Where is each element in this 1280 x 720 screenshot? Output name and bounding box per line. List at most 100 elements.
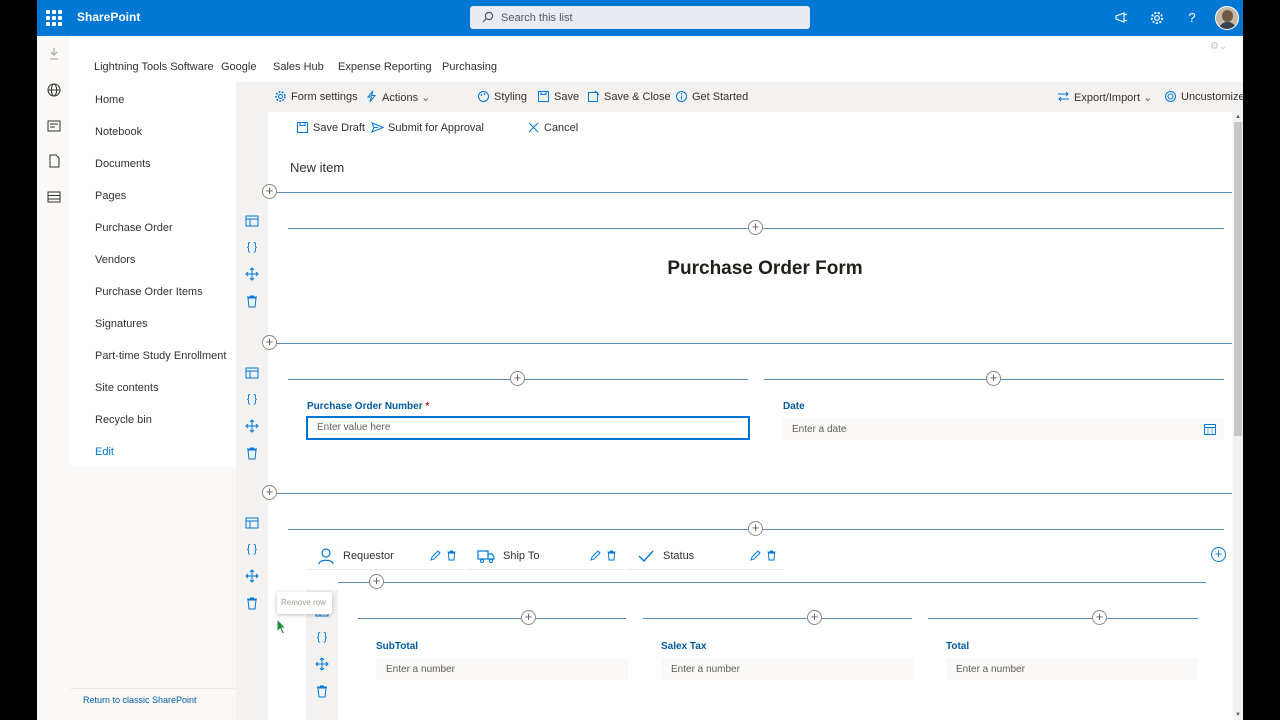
edit-pencil-icon[interactable] xyxy=(430,550,441,561)
scroll-up-arrow[interactable]: ▲ xyxy=(1235,114,1241,120)
reset-icon xyxy=(1165,91,1176,102)
calendar-icon[interactable] xyxy=(1204,423,1216,435)
leftnav-item-vendors[interactable]: Vendors xyxy=(95,254,135,266)
actions-button[interactable]: Actions ⌄ xyxy=(366,90,430,104)
save-close-button[interactable]: Save & Close xyxy=(588,90,671,103)
row-code-icon[interactable]: { } xyxy=(315,630,329,644)
row-move-icon[interactable] xyxy=(245,569,259,583)
row-divider xyxy=(338,582,1206,583)
app-launcher-icon[interactable] xyxy=(46,10,62,26)
leftnav-item-recycle-bin[interactable]: Recycle bin xyxy=(95,414,152,426)
lightning-icon xyxy=(366,90,377,103)
form-canvas: Save Draft Submit for Approval Cancel Ne… xyxy=(268,112,1232,720)
leftnav-item-purchase-order[interactable]: Purchase Order xyxy=(95,222,173,234)
row-layout-icon[interactable] xyxy=(245,366,259,380)
delete-icon[interactable] xyxy=(606,550,617,561)
row-layout-icon[interactable] xyxy=(245,516,259,530)
leftnav-item-signatures[interactable]: Signatures xyxy=(95,318,148,330)
column-divider xyxy=(643,618,912,619)
help-icon[interactable]: ? xyxy=(1184,10,1200,26)
cancel-button[interactable]: Cancel xyxy=(528,122,578,134)
edit-pencil-icon[interactable] xyxy=(750,550,761,561)
add-control-icon[interactable]: + xyxy=(1092,610,1107,625)
leftnav-item-part-time-study[interactable]: Part-time Study Enrollment xyxy=(95,350,226,362)
add-row-icon[interactable]: + xyxy=(369,574,384,589)
add-row-icon[interactable]: + xyxy=(262,184,277,199)
submit-approval-button[interactable]: Submit for Approval xyxy=(371,122,484,134)
user-avatar[interactable] xyxy=(1215,6,1239,30)
subtotal-label: SubTotal xyxy=(376,641,419,652)
add-control-icon[interactable]: + xyxy=(748,521,763,536)
hubnav-item[interactable]: Purchasing xyxy=(442,61,497,73)
return-classic-link[interactable]: Return to classic SharePoint xyxy=(83,695,197,705)
styling-button[interactable]: Styling xyxy=(478,91,527,103)
add-tab-icon[interactable]: + xyxy=(1211,547,1226,562)
delete-icon[interactable] xyxy=(446,550,457,561)
leftnav-item-site-contents[interactable]: Site contents xyxy=(95,382,159,394)
leftnav-item-home[interactable]: Home xyxy=(95,94,124,106)
row-delete-icon[interactable] xyxy=(245,446,259,460)
add-control-icon[interactable]: + xyxy=(807,610,822,625)
add-row-icon[interactable]: + xyxy=(262,335,277,350)
list-icon[interactable] xyxy=(46,189,62,205)
row-code-icon[interactable]: { } xyxy=(245,542,259,556)
total-input[interactable]: Enter a number xyxy=(946,658,1198,680)
hubnav-item[interactable]: Google xyxy=(221,61,256,73)
delete-icon[interactable] xyxy=(766,550,777,561)
row-move-icon[interactable] xyxy=(315,657,329,671)
scroll-down-arrow[interactable]: ▼ xyxy=(1235,712,1241,718)
row-move-icon[interactable] xyxy=(245,267,259,281)
leftnav-item-notebook[interactable]: Notebook xyxy=(95,126,142,138)
save-draft-button[interactable]: Save Draft xyxy=(297,122,365,134)
brand-name[interactable]: SharePoint xyxy=(77,10,140,24)
megaphone-icon[interactable] xyxy=(1114,10,1130,26)
add-control-icon[interactable]: + xyxy=(521,610,536,625)
leftnav-item-documents[interactable]: Documents xyxy=(95,158,151,170)
row-delete-icon[interactable] xyxy=(245,596,259,610)
file-icon[interactable] xyxy=(46,153,62,169)
leftnav-item-pages[interactable]: Pages xyxy=(95,190,126,202)
form-heading: Purchase Order Form xyxy=(667,258,863,279)
form-settings-button[interactable]: Form settings xyxy=(275,91,358,103)
date-input[interactable]: Enter a date xyxy=(782,418,1224,440)
add-control-icon[interactable]: + xyxy=(748,220,763,235)
hubnav-item[interactable]: Expense Reporting xyxy=(338,61,432,73)
row-layout-icon[interactable] xyxy=(245,214,259,228)
share-icon[interactable]: ⚙⌄ xyxy=(1210,41,1227,52)
row-code-icon[interactable]: { } xyxy=(245,240,259,254)
po-number-input[interactable]: Enter value here xyxy=(306,416,750,440)
command-bar: Form settings Actions ⌄ Styling Save Sav… xyxy=(268,82,1243,112)
sales-tax-input[interactable]: Enter a number xyxy=(661,658,913,680)
remove-row-tooltip: Remove row xyxy=(277,592,332,614)
tab-requestor[interactable]: Requestor xyxy=(306,542,464,570)
uncustomize-form-button[interactable]: Uncustomize form xyxy=(1165,91,1243,103)
tab-ship-to[interactable]: Ship To xyxy=(466,542,624,570)
form-settings-label: Form settings xyxy=(291,91,358,103)
leftnav-edit-link[interactable]: Edit xyxy=(95,446,114,458)
row-code-icon[interactable]: { } xyxy=(245,392,259,406)
news-icon[interactable] xyxy=(46,118,62,134)
hubnav-item[interactable]: Sales Hub xyxy=(273,61,324,73)
row-move-icon[interactable] xyxy=(245,419,259,433)
row-delete-icon[interactable] xyxy=(315,684,329,698)
tab-status[interactable]: Status xyxy=(626,542,784,570)
row-delete-icon[interactable] xyxy=(245,294,259,308)
scroll-thumb[interactable] xyxy=(1234,122,1242,436)
add-control-icon[interactable]: + xyxy=(510,371,525,386)
subtotal-input[interactable]: Enter a number xyxy=(376,658,628,680)
save-close-label: Save & Close xyxy=(604,91,671,103)
settings-gear-icon[interactable] xyxy=(1149,10,1165,26)
vertical-scrollbar[interactable]: ▲ ▼ xyxy=(1233,112,1243,720)
leftnav-item-purchase-order-items[interactable]: Purchase Order Items xyxy=(95,286,203,298)
save-button[interactable]: Save xyxy=(538,91,579,103)
add-row-icon[interactable]: + xyxy=(262,485,277,500)
get-started-button[interactable]: Get Started xyxy=(676,91,748,103)
add-control-icon[interactable]: + xyxy=(986,371,1001,386)
hubnav-item[interactable]: Lightning Tools Software xyxy=(94,61,214,73)
export-import-button[interactable]: Export/Import ⌄ xyxy=(1058,91,1152,104)
edit-pencil-icon[interactable] xyxy=(590,550,601,561)
site-logo-icon[interactable] xyxy=(46,46,62,62)
person-icon xyxy=(318,548,334,565)
search-box[interactable]: Search this list xyxy=(470,6,810,29)
globe-icon[interactable] xyxy=(46,82,62,98)
